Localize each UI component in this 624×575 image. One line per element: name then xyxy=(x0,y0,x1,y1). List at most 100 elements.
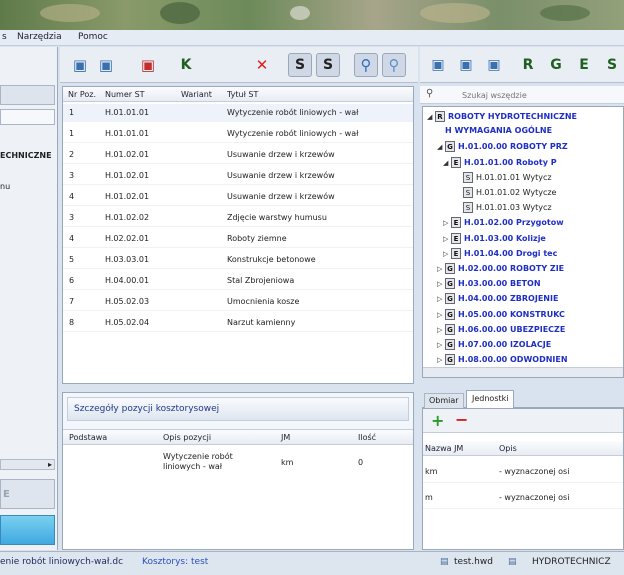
remove-icon[interactable]: − xyxy=(455,410,468,429)
tree-toggle-icon[interactable]: ◢ xyxy=(427,113,435,121)
tree-toggle-icon[interactable]: ◢ xyxy=(437,143,445,151)
remove-doc-icon: ▣ xyxy=(140,56,156,74)
col-nazwa-jm[interactable]: Nazwa JM xyxy=(425,444,463,453)
toolbar-button-k[interactable]: K xyxy=(174,53,198,77)
tree-button-g[interactable]: G xyxy=(544,53,568,77)
tree-button-doc[interactable]: ▣ xyxy=(426,53,450,77)
toolbar-button-open[interactable]: ▣ xyxy=(68,53,92,77)
table-row[interactable]: 1 H.01.01.01 Wytyczenie robót liniowych - … xyxy=(63,125,413,143)
tree-toggle-icon[interactable]: ▷ xyxy=(437,341,445,349)
tree-toggle-icon[interactable]: ▷ xyxy=(437,280,445,288)
left-panel-button-lower[interactable]: E xyxy=(0,479,55,509)
tab-obmiar[interactable]: Obmiar xyxy=(424,393,464,408)
scroll-right-icon[interactable]: ▸ xyxy=(48,460,52,469)
units-panel: + − Nazwa JM Opis km - wyznaczonej osi m - … xyxy=(422,408,624,550)
toolbar-button-s-edit[interactable]: S xyxy=(316,53,340,77)
table-row[interactable]: 2 H.01.02.01 Usuwanie drzew i krzewów xyxy=(63,146,413,164)
toolbar-button-remove-doc[interactable]: ▣ xyxy=(136,53,160,77)
tree-toggle-icon[interactable]: ▷ xyxy=(443,235,451,243)
tree-node[interactable]: ▷ G H.04.00.00 ZBROJENIE xyxy=(437,293,558,306)
tree-node[interactable]: S H.01.01.01 Wytycz xyxy=(455,171,552,185)
tree-node[interactable]: S H.01.01.02 Wytycze xyxy=(455,187,556,200)
left-panel-button-active[interactable] xyxy=(0,515,55,545)
col-opis[interactable]: Opis xyxy=(499,444,517,453)
tree-node[interactable]: ▷ E H.01.03.00 Kolizje xyxy=(443,232,546,246)
table-row[interactable]: 1 H.01.01.01 Wytyczenie robót liniowych - … xyxy=(63,104,413,122)
tree-node[interactable]: ▷ E H.01.02.00 Przygotow xyxy=(443,217,564,230)
details-title: Szczegóły pozycji kosztorysowej xyxy=(74,404,220,414)
node-type-icon: S xyxy=(463,202,473,214)
tab-jednostki[interactable]: Jednostki xyxy=(466,390,515,408)
left-panel-header xyxy=(0,85,55,105)
col-tytul-st[interactable]: Tytuł ST xyxy=(227,90,258,99)
tree-node[interactable]: ▷ G H.08.00.00 ODWODNIEN xyxy=(437,354,568,367)
tree-toggle-icon[interactable]: ▷ xyxy=(437,295,445,303)
add-icon[interactable]: + xyxy=(431,411,444,430)
table-row[interactable]: 3 H.01.02.01 Usuwanie drzew i krzewów xyxy=(63,167,413,185)
left-panel-scrollbar[interactable]: ▸ xyxy=(0,459,55,470)
tree-node-label: H WYMAGANIA OGÓLNE xyxy=(445,126,553,136)
project-icon: ▤ xyxy=(508,557,517,567)
col-nr-poz[interactable]: Nr Poz. xyxy=(68,90,96,99)
left-panel-field[interactable] xyxy=(0,109,55,125)
tree-node[interactable]: ▷ E H.01.04.00 Drogi tec xyxy=(443,247,557,261)
toolbar-button-zoom[interactable]: ⚲ xyxy=(354,53,378,77)
table-row[interactable]: 4 H.02.02.01 Roboty ziemne xyxy=(63,230,413,248)
tree-scrollbar[interactable] xyxy=(423,367,623,377)
tree-node[interactable]: ▷ G H.06.00.00 UBEZPIECZE xyxy=(437,323,565,337)
col-wariant[interactable]: Wariant xyxy=(181,90,212,99)
tree-button-s-right[interactable]: S xyxy=(600,53,624,77)
table-row[interactable]: 3 H.01.02.02 Zdjęcie warstwy humusu xyxy=(63,209,413,227)
col-ilosc[interactable]: Ilość xyxy=(358,433,376,442)
cell-nr: 5 xyxy=(69,255,75,264)
tree-toggle-icon[interactable]: ▷ xyxy=(437,311,445,319)
tree-toggle-icon[interactable]: ▷ xyxy=(437,326,445,334)
status-file: test.hwd xyxy=(454,557,493,567)
unit-row[interactable]: m - wyznaczonej osi xyxy=(423,487,623,509)
unit-row[interactable]: km - wyznaczonej osi xyxy=(423,461,623,483)
col-podstawa[interactable]: Podstawa xyxy=(69,433,107,442)
tree-node[interactable]: S H.01.01.03 Wytycz xyxy=(455,202,552,215)
tree-node[interactable]: ◢ G H.01.00.00 ROBOTY PRZ xyxy=(437,141,568,154)
menu-item-help[interactable]: Pomoc xyxy=(78,32,108,42)
tree-toggle-icon[interactable]: ▷ xyxy=(443,250,451,258)
tree-toggle-icon[interactable]: ◢ xyxy=(443,159,451,167)
toolbar-button-zoom-alt[interactable]: ⚲ xyxy=(382,53,406,77)
toolbar-button-delete[interactable]: ✕ xyxy=(250,53,274,77)
menu-item-file[interactable]: s xyxy=(2,32,7,42)
unit-desc: - wyznaczonej osi xyxy=(499,493,570,502)
tree-node[interactable]: ▷ G H.02.00.00 ROBOTY ZIE xyxy=(437,263,564,276)
col-opis-pozycji[interactable]: Opis pozycji xyxy=(163,433,211,442)
tree-button-doc-add[interactable]: ▣ xyxy=(454,53,478,77)
search-input[interactable] xyxy=(460,88,618,102)
tree-toggle-icon[interactable]: ▷ xyxy=(443,219,451,227)
table-row[interactable]: 5 H.03.03.01 Konstrukcje betonowe xyxy=(63,251,413,269)
table-row[interactable]: 7 H.05.02.03 Umocnienia kosze xyxy=(63,293,413,311)
col-numer-st[interactable]: Numer ST xyxy=(105,90,145,99)
toolbar-button-save[interactable]: ▣ xyxy=(94,53,118,77)
table-row[interactable]: 8 H.05.02.04 Narzut kamienny xyxy=(63,314,413,332)
tree-button-e[interactable]: E xyxy=(572,53,596,77)
toolbar-button-s[interactable]: S xyxy=(288,53,312,77)
details-row[interactable]: Wytyczenie robót liniowych - wał km 0 xyxy=(63,448,413,480)
units-toolbar: + − xyxy=(423,409,623,433)
tree-toggle-icon[interactable]: ▷ xyxy=(437,356,445,364)
tree-node-label: H.08.00.00 ODWODNIEN xyxy=(458,355,568,365)
tree-node[interactable]: ▷ G H.05.00.00 KONSTRUKC xyxy=(437,308,565,322)
table-row[interactable]: 4 H.01.02.01 Usuwanie drzew i krzewów xyxy=(63,188,413,206)
tree-button-r[interactable]: R xyxy=(516,53,540,77)
tree-node[interactable]: ▷ G H.03.00.00 BETON xyxy=(437,278,541,291)
tree-node[interactable]: ◢ R ROBOTY HYDROTECHNICZNE xyxy=(427,111,577,124)
menu-item-tools[interactable]: Narzędzia xyxy=(17,32,62,42)
tree-toggle-icon[interactable]: ▷ xyxy=(437,265,445,273)
tree-node[interactable]: ▷ G H.07.00.00 IZOLACJE xyxy=(437,339,551,352)
tree-node[interactable]: H WYMAGANIA OGÓLNE xyxy=(437,126,552,139)
col-jm[interactable]: JM xyxy=(281,433,290,442)
desktop-background xyxy=(0,0,624,30)
tree-button-doc-edit[interactable]: ▣ xyxy=(482,53,506,77)
cell-nr: 4 xyxy=(69,234,75,243)
catalog-tree: ◢ R ROBOTY HYDROTECHNICZNE H WYMAGANIA OGÓL… xyxy=(422,106,624,378)
tree-node[interactable]: ◢ E H.01.01.00 Roboty P xyxy=(443,156,557,170)
bottom-right-tabs: Obmiar Jednostki xyxy=(422,390,624,408)
table-row[interactable]: 6 H.04.00.01 Stal Zbrojeniowa xyxy=(63,272,413,290)
